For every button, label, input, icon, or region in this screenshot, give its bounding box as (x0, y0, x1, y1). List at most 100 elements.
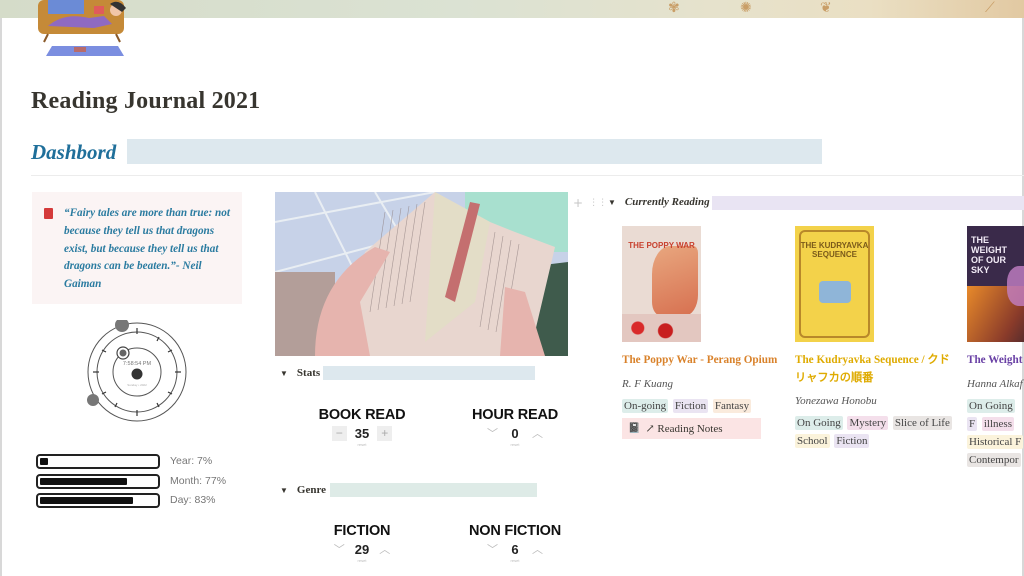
page-title: Reading Journal 2021 (31, 88, 261, 114)
genre-toggle[interactable]: ▼ Genre (280, 483, 537, 497)
book-tag: On Going (795, 416, 843, 430)
dashboard-heading-highlight (127, 139, 822, 164)
book-tag: F (967, 416, 978, 431)
book-tag: Fiction (672, 398, 709, 413)
counter-value: 0 (511, 426, 519, 441)
progress-fill (40, 497, 133, 504)
book-tags: On Going Mystery Slice of Life School Fi… (795, 414, 955, 450)
branch-decoration-icon: ❦ (820, 1, 832, 16)
counter-widget: HOUR READ ﹀ 0 ︿ reset (460, 407, 570, 447)
book-tags: On-going Fiction Fantasy (622, 397, 782, 415)
currently-reading-label: Currently Reading (624, 196, 710, 208)
branch-decoration-icon: ⟋ (985, 1, 995, 16)
book-tag: On Going (967, 398, 1015, 413)
book-tag: Mystery (847, 416, 889, 430)
book-tag: illness (981, 416, 1014, 431)
book-cover-image[interactable]: THE WEIGHT OF OUR SKY (967, 226, 1024, 342)
block-handles: + ⋮⋮ (573, 196, 607, 210)
stats-toggle[interactable]: ▼ Stats (280, 366, 535, 380)
reading-notes-link[interactable]: 📓 ↗ Reading Notes (622, 417, 761, 439)
book-tag: Contempor (967, 452, 1021, 467)
reading-couch-page-icon[interactable] (34, 0, 130, 58)
progress-bar (36, 454, 160, 469)
currently-reading-highlight (712, 196, 1024, 210)
decrement-chevron-icon[interactable]: ﹀ (485, 542, 500, 557)
stats-toggle-label: Stats (296, 367, 321, 379)
counter-widget: NON FICTION ﹀ 6 ︿ reset (460, 523, 570, 563)
progress-label: Day: 83% (170, 494, 216, 506)
increment-button[interactable]: + (377, 426, 393, 441)
book-author: R. F Kuang (622, 377, 674, 390)
progress-fill (40, 458, 48, 465)
reset-link[interactable]: reset (307, 442, 417, 447)
leaf-decoration-icon: ✺ (740, 1, 752, 16)
book-tags: On Going F illness Historical F Contempo… (967, 397, 1024, 469)
quote-callout[interactable]: “Fairy tales are more than true: not bec… (32, 192, 242, 304)
book-author: Hanna Alkaf (967, 377, 1023, 390)
book-tag: Fantasy (712, 398, 752, 413)
book-title[interactable]: The Poppy War - Perang Opium (622, 352, 782, 370)
red-book-icon (44, 208, 53, 219)
book-tag: On-going (622, 398, 669, 413)
counter-widget: FICTION ﹀ 29 ︿ reset (307, 523, 417, 563)
genre-highlight (330, 483, 537, 497)
book-tag: Historical F (967, 434, 1024, 449)
counter-value: 29 (354, 542, 370, 557)
book-card[interactable]: THE WEIGHT OF OUR SKY The Weight of Our S… (967, 226, 1024, 469)
counter-title: FICTION (333, 523, 391, 539)
counter-controls: ﹀ 6 ︿ (460, 542, 570, 557)
book-author: Yonezawa Honobu (795, 395, 877, 407)
quote-text: “Fairy tales are more than true: not bec… (64, 207, 230, 291)
clock-hour-orb (115, 320, 129, 332)
increment-chevron-icon[interactable]: ︿ (530, 426, 545, 441)
add-block-icon[interactable]: + (573, 196, 583, 210)
genre-toggle-label: Genre (296, 484, 327, 496)
book-cover-title: THE POPPY WAR (628, 241, 695, 250)
book-card[interactable]: THE POPPY WAR The Poppy War - Perang Opiu… (622, 226, 782, 439)
leaf-decoration-icon: ✾ (668, 1, 680, 16)
book-cover-image[interactable]: THE KUDRYAVKA SEQUENCE (795, 226, 874, 342)
book-tag: School (795, 434, 830, 448)
currently-reading-toggle[interactable]: ▼ Currently Reading (608, 196, 1024, 210)
decrement-button[interactable]: − (331, 426, 347, 441)
book-title[interactable]: The Weight of Our Sky (967, 352, 1024, 370)
orbit-clock-widget: 7:58:54 PM Sunday • 2022 (87, 320, 187, 422)
book-cover-title: THE KUDRYAVKA SEQUENCE (800, 241, 869, 259)
dashboard-heading-text: Dashbord (31, 139, 117, 164)
book-card[interactable]: THE KUDRYAVKA SEQUENCE The Kudryavka Sequ… (795, 226, 955, 450)
toggle-triangle-icon[interactable]: ▼ (280, 369, 288, 378)
page-cover[interactable]: ✾ ✺ ❦ ⟋ (0, 0, 1024, 18)
counter-title: BOOK READ (318, 407, 406, 423)
reset-link[interactable]: reset (307, 558, 417, 563)
reset-link[interactable]: reset (460, 558, 570, 563)
clock-time: 7:58:54 PM (123, 361, 152, 367)
increment-chevron-icon[interactable]: ︿ (530, 542, 545, 557)
stats-highlight (323, 366, 535, 380)
counter-controls: −35 + (307, 426, 417, 441)
counter-widget: BOOK READ −35 + reset (307, 407, 417, 447)
notebook-icon: 📓 (628, 422, 641, 434)
increment-chevron-icon[interactable]: ︿ (377, 542, 392, 557)
counter-value: 35 (354, 426, 370, 441)
toggle-triangle-icon[interactable]: ▼ (608, 198, 616, 207)
progress-label: Year: 7% (170, 455, 213, 467)
progress-fill (40, 478, 127, 485)
drag-handle-icon[interactable]: ⋮⋮ (589, 196, 607, 210)
clock-date: Sunday • 2022 (127, 383, 147, 387)
reading-notes-label: ↗ Reading Notes (645, 422, 723, 435)
progress-bar (36, 493, 160, 508)
toggle-triangle-icon[interactable]: ▼ (280, 486, 288, 495)
book-cover-image[interactable]: THE POPPY WAR (622, 226, 701, 342)
book-title[interactable]: The Kudryavka Sequence / クドリャフカの順番 (795, 352, 955, 387)
clock-second-orb (87, 394, 99, 406)
counter-title: NON FICTION (468, 523, 562, 539)
decrement-chevron-icon[interactable]: ﹀ (485, 426, 500, 441)
divider (31, 175, 1024, 176)
counter-value: 6 (511, 542, 519, 557)
decrement-chevron-icon[interactable]: ﹀ (332, 542, 347, 557)
reset-link[interactable]: reset (460, 442, 570, 447)
counter-controls: ﹀ 29 ︿ (307, 542, 417, 557)
reading-anime-image[interactable] (275, 192, 568, 356)
dashboard-heading: Dashbord (31, 139, 822, 165)
book-tag: Fiction (834, 434, 870, 448)
